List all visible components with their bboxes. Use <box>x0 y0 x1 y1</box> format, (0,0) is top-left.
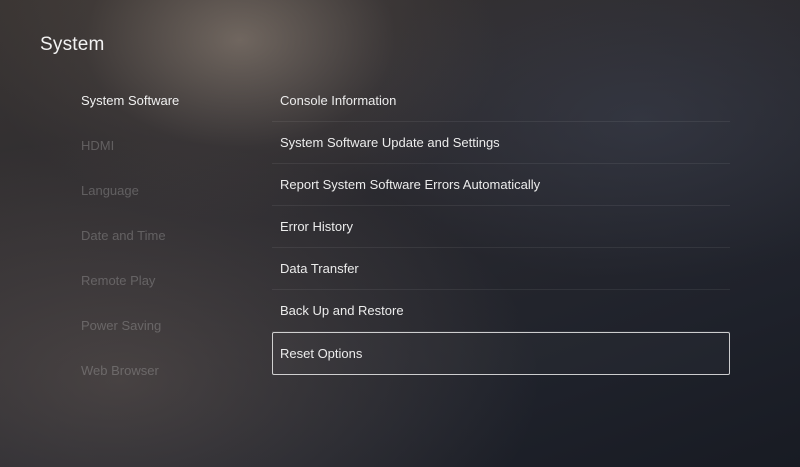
menu-item-system-software-update[interactable]: System Software Update and Settings <box>272 122 730 164</box>
system-software-menu: Console Information System Software Upda… <box>272 80 730 375</box>
menu-item-report-errors[interactable]: Report System Software Errors Automatica… <box>272 164 730 206</box>
menu-item-console-information[interactable]: Console Information <box>272 80 730 122</box>
menu-item-data-transfer[interactable]: Data Transfer <box>272 248 730 290</box>
settings-sidebar: System Software HDMI Language Date and T… <box>81 88 251 403</box>
menu-item-reset-options[interactable]: Reset Options <box>272 332 730 375</box>
sidebar-item-hdmi[interactable]: HDMI <box>81 133 251 178</box>
sidebar-item-system-software[interactable]: System Software <box>81 88 251 133</box>
sidebar-item-language[interactable]: Language <box>81 178 251 223</box>
page-title: System <box>40 34 105 55</box>
sidebar-item-web-browser[interactable]: Web Browser <box>81 358 251 403</box>
system-settings-screen: System System Software HDMI Language Dat… <box>0 0 800 467</box>
sidebar-item-date-and-time[interactable]: Date and Time <box>81 223 251 268</box>
sidebar-item-remote-play[interactable]: Remote Play <box>81 268 251 313</box>
sidebar-item-power-saving[interactable]: Power Saving <box>81 313 251 358</box>
menu-item-error-history[interactable]: Error History <box>272 206 730 248</box>
menu-item-back-up-and-restore[interactable]: Back Up and Restore <box>272 290 730 332</box>
